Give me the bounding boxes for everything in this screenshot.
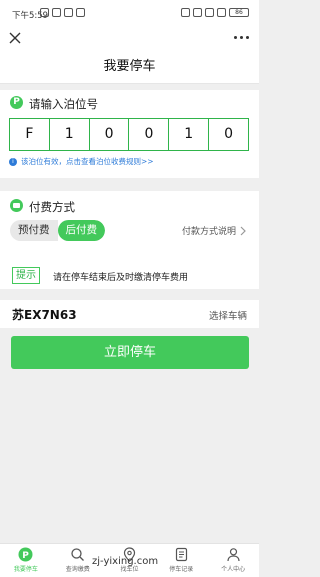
nav-item-records[interactable]: 停车记录 (155, 544, 207, 577)
berth-input[interactable]: F 1 0 0 1 0 (9, 118, 249, 151)
wallet-icon (10, 199, 23, 212)
select-vehicle-link[interactable]: 选择车辆 (209, 308, 247, 322)
user-icon (226, 548, 240, 562)
battery-icon: 86 (229, 8, 249, 17)
close-icon[interactable] (8, 31, 22, 45)
berth-char-1[interactable]: F (10, 119, 50, 150)
postpay-option[interactable]: 后付费 (57, 220, 105, 241)
berth-char-3[interactable]: 0 (90, 119, 130, 150)
payment-explain-link[interactable]: 付款方式说明 (182, 224, 247, 237)
park-now-button[interactable]: 立即停车 (11, 336, 249, 369)
more-icon[interactable] (234, 36, 249, 39)
sync-icon (52, 8, 61, 17)
document-icon (175, 547, 187, 562)
status-left-icons (40, 8, 85, 17)
page-title: 我要停车 (0, 50, 259, 84)
nav-label-pay: 查询缴费 (65, 566, 90, 573)
payment-title: 付费方式 (29, 200, 75, 214)
nav-item-park[interactable]: P 我要停车 (0, 544, 52, 577)
bluetooth-icon (181, 8, 190, 17)
nav-label-park: 我要停车 (13, 566, 38, 573)
berth-char-5[interactable]: 1 (169, 119, 210, 150)
vibrate-icon (193, 8, 202, 17)
plate-number: 苏EX7N63 (12, 308, 77, 322)
nav-label-profile: 个人中心 (221, 566, 246, 573)
berth-title: 请输入泊位号 (29, 97, 98, 111)
chevron-right-icon (240, 226, 246, 235)
berth-info-link[interactable]: i 该泊位有效，点击查看泊位收费规则>> (9, 156, 154, 167)
hint-badge: 提示 (12, 267, 40, 284)
search-icon (71, 548, 85, 561)
top-bar (0, 28, 259, 50)
nav-label-records: 停车记录 (169, 566, 194, 573)
berth-char-4[interactable]: 0 (129, 119, 170, 150)
parking-nav-icon: P (18, 547, 33, 562)
payment-toggle[interactable]: 预付费 后付费 (10, 220, 105, 241)
berth-char-6[interactable]: 0 (209, 119, 248, 150)
berth-char-2[interactable]: 1 (50, 119, 90, 150)
hint-text: 请在停车结束后及时缴清停车费用 (53, 273, 189, 283)
svg-text:P: P (23, 551, 30, 561)
signal-icon (205, 8, 214, 17)
app-icon (76, 8, 85, 17)
wifi-icon (217, 8, 226, 17)
info-icon: i (9, 157, 17, 166)
watermark-text: zj-yixing.com (92, 556, 159, 567)
status-right-icons: 86 (181, 8, 249, 17)
vehicle-row: 苏EX7N63 选择车辆 (0, 300, 259, 328)
parking-icon: P (10, 96, 23, 109)
nav-item-profile[interactable]: 个人中心 (207, 544, 259, 577)
penguin-icon (64, 8, 73, 17)
berth-info-text: 该泊位有效，点击查看泊位收费规则>> (21, 157, 154, 166)
notification-icon (40, 8, 49, 17)
status-bar: 下午5:59 86 (0, 0, 259, 28)
prepay-option[interactable]: 预付费 (10, 220, 58, 241)
payment-explain-text: 付款方式说明 (181, 227, 236, 237)
